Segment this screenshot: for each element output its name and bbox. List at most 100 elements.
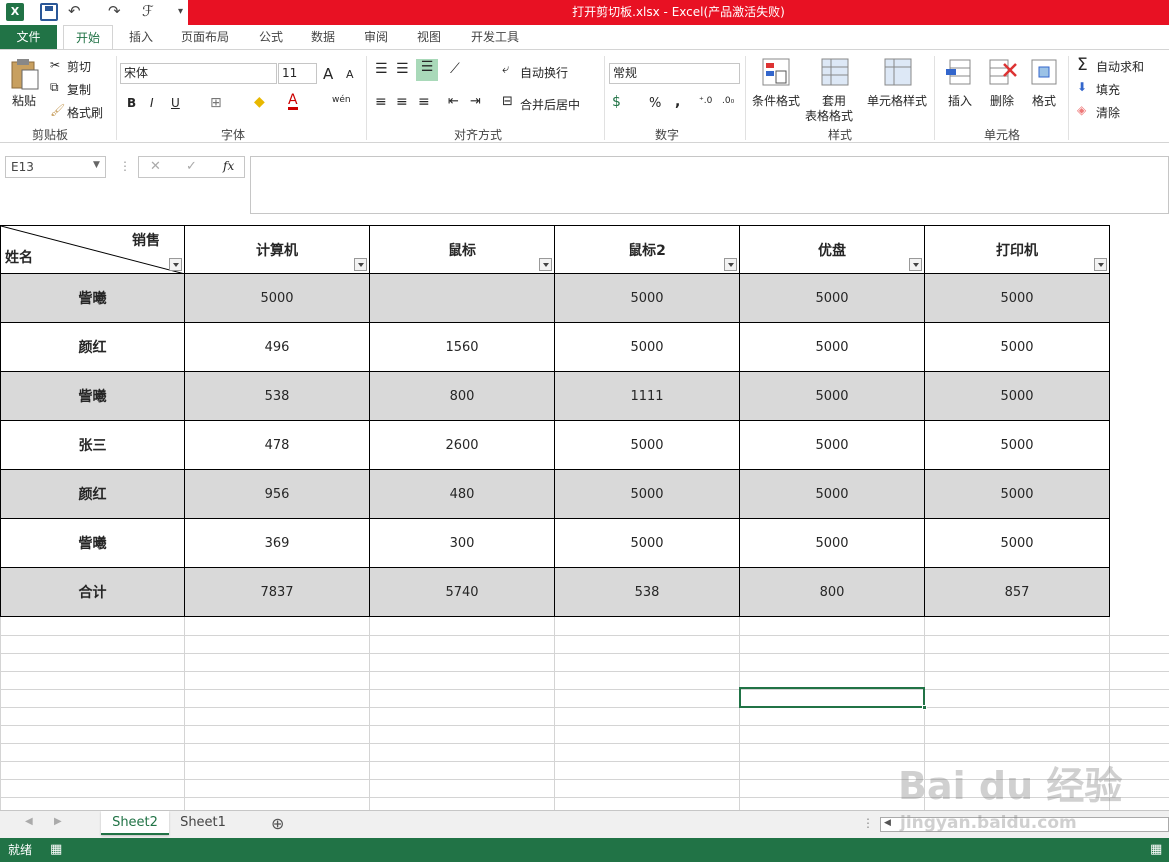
merge-center-button[interactable]: 合并后居中	[520, 96, 580, 113]
clear-button[interactable]: 清除	[1096, 104, 1120, 121]
filter-dropdown-icon[interactable]	[539, 258, 552, 271]
font-size-dropdown[interactable]: 11	[278, 63, 317, 84]
row-name-cell[interactable]: 訾曦	[0, 519, 185, 568]
table-cell[interactable]: 5000	[740, 323, 925, 372]
fill-color-icon[interactable]: ◆	[254, 94, 265, 110]
autosum-icon[interactable]: Σ	[1077, 55, 1088, 75]
table-cell[interactable]: 1111	[555, 372, 740, 421]
more-options-icon[interactable]: ⋮	[862, 816, 874, 830]
macro-record-icon[interactable]: ▦	[50, 838, 62, 862]
copy-icon[interactable]: ⧉	[50, 80, 59, 95]
insert-cells-icon[interactable]	[946, 58, 974, 86]
sheet-tab-sheet2[interactable]: Sheet2	[101, 811, 169, 835]
add-sheet-icon[interactable]: ⊕	[271, 814, 284, 833]
table-cell[interactable]: 5000	[555, 470, 740, 519]
format-cells-button[interactable]: 格式	[1032, 92, 1056, 109]
align-top-icon[interactable]: ☰	[375, 61, 388, 77]
shrink-font-button[interactable]: A	[346, 68, 354, 81]
table-cell[interactable]: 5000	[555, 274, 740, 323]
paste-icon[interactable]	[10, 58, 40, 90]
sheet-tab-sheet1[interactable]: Sheet1	[171, 811, 235, 835]
corner-header-cell[interactable]: 销售 姓名	[0, 225, 185, 274]
save-icon[interactable]	[40, 3, 58, 21]
column-header-cell[interactable]: 优盘	[740, 225, 925, 274]
wrap-text-icon[interactable]: ⤶	[502, 62, 509, 77]
delete-cells-button[interactable]: 删除	[990, 92, 1014, 109]
chevron-down-icon[interactable]: ▼	[93, 160, 100, 170]
align-left-icon[interactable]: ≡	[375, 94, 387, 110]
table-cell[interactable]: 5000	[740, 470, 925, 519]
row-name-cell[interactable]: 合计	[0, 568, 185, 617]
table-cell[interactable]: 538	[555, 568, 740, 617]
cell-styles-button[interactable]: 单元格样式	[867, 92, 927, 109]
merge-icon[interactable]: ⊟	[502, 94, 513, 109]
tab-formulas[interactable]: 公式	[250, 25, 292, 49]
table-cell[interactable]: 800	[740, 568, 925, 617]
table-cell[interactable]: 5740	[370, 568, 555, 617]
underline-button[interactable]: U	[171, 96, 180, 110]
table-cell[interactable]: 5000	[555, 421, 740, 470]
table-cell[interactable]: 5000	[740, 519, 925, 568]
decrease-decimal-icon[interactable]: .0₀	[722, 96, 734, 106]
bold-button[interactable]: B	[127, 96, 136, 110]
tab-home[interactable]: 开始	[63, 25, 113, 49]
table-cell[interactable]: 2600	[370, 421, 555, 470]
align-center-icon[interactable]: ≡	[396, 94, 408, 110]
format-painter-icon[interactable]: 🖌	[50, 103, 65, 117]
percent-button[interactable]: %	[649, 96, 661, 111]
row-name-cell[interactable]: 颜红	[0, 470, 185, 519]
wrap-text-button[interactable]: 自动换行	[520, 64, 568, 81]
table-cell[interactable]: 5000	[740, 372, 925, 421]
table-cell[interactable]: 496	[185, 323, 370, 372]
filter-dropdown-icon[interactable]	[1094, 258, 1107, 271]
table-cell[interactable]: 5000	[555, 323, 740, 372]
table-cell[interactable]	[370, 274, 555, 323]
conditional-formatting-icon[interactable]	[762, 58, 790, 86]
format-cells-icon[interactable]	[1030, 58, 1058, 86]
more-options-icon[interactable]: ⋮	[119, 159, 131, 173]
normal-view-icon[interactable]: ▦	[1150, 838, 1162, 862]
grow-font-button[interactable]: A	[323, 65, 333, 83]
font-name-dropdown[interactable]: 宋体	[120, 63, 277, 84]
table-cell[interactable]: 480	[370, 470, 555, 519]
redo-icon[interactable]: ↷	[108, 2, 121, 20]
enter-icon[interactable]: ✓	[186, 159, 197, 174]
scroll-left-icon[interactable]: ◀	[25, 816, 33, 827]
table-cell[interactable]: 857	[925, 568, 1110, 617]
phonetic-button[interactable]: wén	[332, 95, 351, 105]
align-middle-icon[interactable]: ☰	[396, 61, 409, 77]
comma-button[interactable]: ,	[675, 94, 680, 110]
filter-dropdown-icon[interactable]	[724, 258, 737, 271]
table-cell[interactable]: 5000	[185, 274, 370, 323]
copy-button[interactable]: 复制	[67, 81, 91, 98]
table-cell[interactable]: 5000	[555, 519, 740, 568]
table-cell[interactable]: 300	[370, 519, 555, 568]
table-cell[interactable]: 5000	[740, 274, 925, 323]
table-cell[interactable]: 1560	[370, 323, 555, 372]
scroll-right-icon[interactable]: ▶	[54, 816, 62, 827]
formula-input[interactable]	[250, 156, 1169, 214]
decrease-indent-icon[interactable]: ⇤	[448, 94, 459, 109]
insert-cells-button[interactable]: 插入	[948, 92, 972, 109]
worksheet-grid[interactable]: 销售 姓名 计算机 鼠标 鼠标2 优盘 打印机 訾曦 5000 5000 5000 5000 颜红…	[0, 225, 1169, 810]
autosum-button[interactable]: 自动求和	[1096, 58, 1144, 75]
table-cell[interactable]: 5000	[925, 519, 1110, 568]
fill-icon[interactable]: ⬇	[1077, 80, 1087, 94]
table-cell[interactable]: 5000	[925, 323, 1110, 372]
row-name-cell[interactable]: 颜红	[0, 323, 185, 372]
undo-icon[interactable]: ↶	[68, 2, 81, 20]
delete-cells-icon[interactable]	[988, 58, 1018, 86]
table-cell[interactable]: 5000	[925, 470, 1110, 519]
table-cell[interactable]: 5000	[925, 372, 1110, 421]
table-cell[interactable]: 5000	[925, 421, 1110, 470]
currency-icon[interactable]: $	[612, 94, 621, 110]
table-cell[interactable]: 538	[185, 372, 370, 421]
name-box[interactable]: E13	[5, 156, 106, 178]
row-name-cell[interactable]: 訾曦	[0, 372, 185, 421]
fill-handle[interactable]	[922, 705, 927, 710]
eraser-icon[interactable]: ◈	[1077, 103, 1086, 117]
tab-insert[interactable]: 插入	[118, 25, 164, 49]
font-style-icon[interactable]: ℱ	[142, 2, 154, 20]
font-color-button[interactable]: A	[288, 93, 298, 110]
cell-styles-icon[interactable]	[884, 58, 912, 86]
